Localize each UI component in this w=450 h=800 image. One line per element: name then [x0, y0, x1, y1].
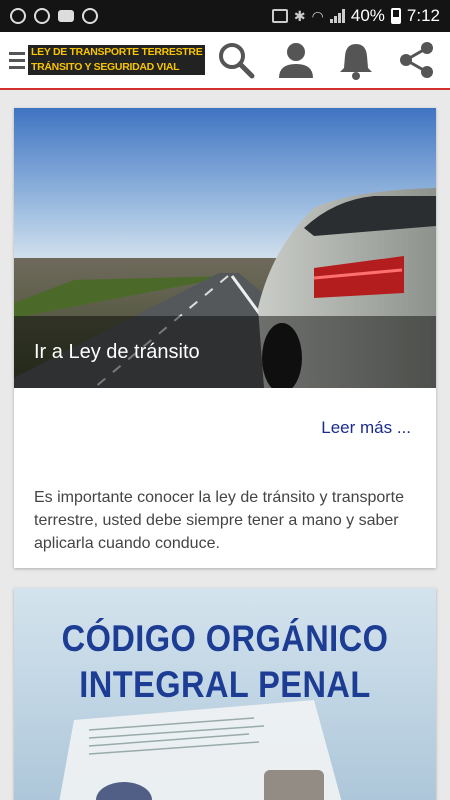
aperture-icon [10, 8, 26, 24]
book-cover-image[interactable]: CÓDIGO ORGÁNICO INTEGRAL PENAL [14, 588, 436, 800]
card-image[interactable]: Ir a Ley de tránsito [14, 108, 436, 388]
messenger-icon [34, 8, 50, 24]
cover-title-line1: CÓDIGO ORGÁNICO [61, 618, 389, 659]
clock: 7:12 [406, 6, 440, 25]
search-icon[interactable] [208, 32, 264, 88]
cast-icon [271, 9, 288, 23]
settings-notification-icon [82, 8, 98, 24]
bluetooth-icon: ✱ [293, 7, 306, 24]
battery-percent: 40% [350, 6, 385, 25]
content-feed[interactable]: Ir a Ley de tránsito Leer más ... Es imp… [0, 92, 450, 800]
app-bar: LEY DE TRANSPORTE TERRESTRE TRÁNSITO Y S… [0, 32, 450, 90]
card-description: Es importante conocer la ley de tránsito… [34, 489, 404, 552]
news-card[interactable]: Ir a Ley de tránsito Leer más ... Es imp… [14, 108, 436, 568]
card-title[interactable]: Ir a Ley de tránsito [34, 341, 200, 364]
bell-icon[interactable] [328, 32, 384, 88]
youtube-icon [58, 10, 74, 22]
signal-icon [329, 9, 345, 23]
system-icons: ✱ ◠ 40% 7:12 [271, 6, 440, 26]
status-bar: ✱ ◠ 40% 7:12 [0, 0, 450, 32]
cover-document-graphic [59, 700, 342, 800]
notification-icons [10, 8, 98, 24]
logo-text-line1: LEY DE TRANSPORTE TERRESTRE [28, 45, 206, 60]
app-logo[interactable]: LEY DE TRANSPORTE TERRESTRE TRÁNSITO Y S… [28, 38, 206, 82]
read-more-link[interactable]: Leer más ... [321, 418, 411, 438]
card-title-overlay: Ir a Ley de tránsito [14, 316, 436, 388]
logo-text-line2: TRÁNSITO Y SEGURIDAD VIAL [28, 60, 206, 75]
news-card[interactable]: CÓDIGO ORGÁNICO INTEGRAL PENAL [14, 588, 436, 800]
share-icon[interactable] [388, 32, 444, 88]
wifi-icon: ◠ [311, 7, 324, 24]
battery-charging-icon [390, 8, 401, 24]
user-icon[interactable] [268, 32, 324, 88]
